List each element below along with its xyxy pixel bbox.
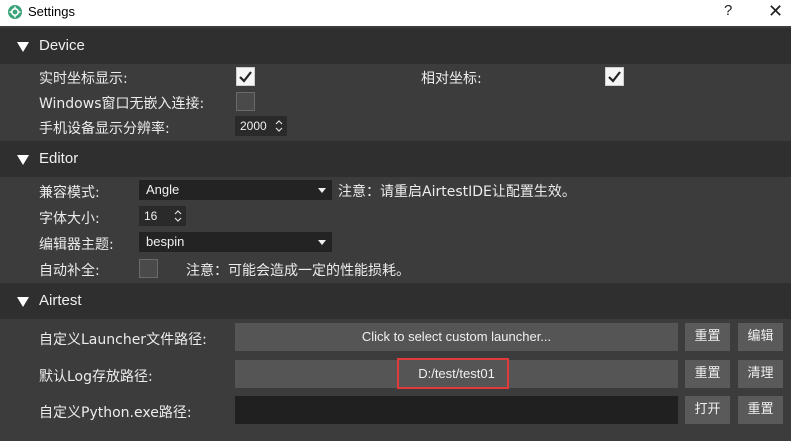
checkmark-icon bbox=[239, 71, 252, 83]
log-reset-button[interactable]: 重置 bbox=[685, 360, 730, 388]
theme-select[interactable]: bespin bbox=[139, 232, 332, 252]
compat-mode-select[interactable]: Angle bbox=[139, 180, 332, 200]
theme-value: bespin bbox=[146, 234, 185, 249]
spin-arrows-icon[interactable] bbox=[275, 119, 283, 133]
launcher-path-field[interactable]: Click to select custom launcher... bbox=[235, 323, 678, 351]
realtime-coord-label: 实时坐标显示: bbox=[39, 71, 128, 87]
section-header-device[interactable]: Device bbox=[0, 28, 791, 64]
autocomplete-checkbox[interactable] bbox=[139, 259, 158, 278]
resolution-spinbox[interactable]: 2000 bbox=[235, 116, 287, 136]
chevron-down-icon bbox=[318, 240, 326, 245]
compat-mode-label: 兼容模式: bbox=[39, 185, 100, 201]
python-path-label: 自定义Python.exe路径: bbox=[39, 405, 192, 421]
close-button[interactable]: ✕ bbox=[768, 1, 783, 22]
launcher-reset-button[interactable]: 重置 bbox=[685, 323, 730, 351]
section-header-airtest[interactable]: Airtest bbox=[0, 283, 791, 319]
resolution-value: 2000 bbox=[240, 119, 267, 133]
section-title-device: Device bbox=[39, 37, 85, 54]
collapse-triangle-icon bbox=[17, 42, 29, 52]
relative-coord-label: 相对坐标: bbox=[421, 71, 482, 87]
help-button[interactable]: ? bbox=[724, 2, 732, 19]
compat-mode-value: Angle bbox=[146, 182, 180, 197]
checkmark-icon bbox=[608, 71, 621, 83]
windows-embed-label: Windows窗口无嵌入连接: bbox=[39, 96, 205, 112]
launcher-path-label: 自定义Launcher文件路径: bbox=[39, 332, 207, 348]
python-reset-button[interactable]: 重置 bbox=[738, 396, 783, 424]
font-size-label: 字体大小: bbox=[39, 211, 100, 227]
theme-label: 编辑器主题: bbox=[39, 237, 114, 253]
settings-gear-icon bbox=[8, 5, 22, 19]
chevron-down-icon bbox=[318, 188, 326, 193]
collapse-triangle-icon bbox=[17, 297, 29, 307]
autocomplete-note: 注意：可能会造成一定的性能损耗。 bbox=[186, 263, 410, 279]
title-bar: Settings ? ✕ bbox=[0, 0, 791, 26]
collapse-triangle-icon bbox=[17, 155, 29, 165]
spin-arrows-icon[interactable] bbox=[174, 209, 182, 223]
relative-coord-checkbox[interactable] bbox=[605, 67, 624, 86]
python-open-button[interactable]: 打开 bbox=[685, 396, 730, 424]
log-path-label: 默认Log存放路径: bbox=[39, 369, 153, 385]
launcher-edit-button[interactable]: 编辑 bbox=[738, 323, 783, 351]
section-title-editor: Editor bbox=[39, 150, 79, 167]
log-path-highlight-box bbox=[397, 358, 509, 389]
log-clear-button[interactable]: 清理 bbox=[738, 360, 783, 388]
realtime-coord-checkbox[interactable] bbox=[236, 67, 255, 86]
section-header-editor[interactable]: Editor bbox=[0, 141, 791, 177]
font-size-spinbox[interactable]: 16 bbox=[139, 206, 186, 226]
resolution-label: 手机设备显示分辨率: bbox=[39, 121, 170, 137]
autocomplete-label: 自动补全: bbox=[39, 263, 100, 279]
window-title: Settings bbox=[28, 4, 75, 19]
section-title-airtest: Airtest bbox=[39, 292, 82, 309]
windows-embed-checkbox[interactable] bbox=[236, 92, 255, 111]
compat-mode-note: 注意：请重启AirtestIDE让配置生效。 bbox=[338, 184, 576, 200]
font-size-value: 16 bbox=[144, 209, 158, 223]
python-path-field[interactable] bbox=[235, 396, 678, 424]
